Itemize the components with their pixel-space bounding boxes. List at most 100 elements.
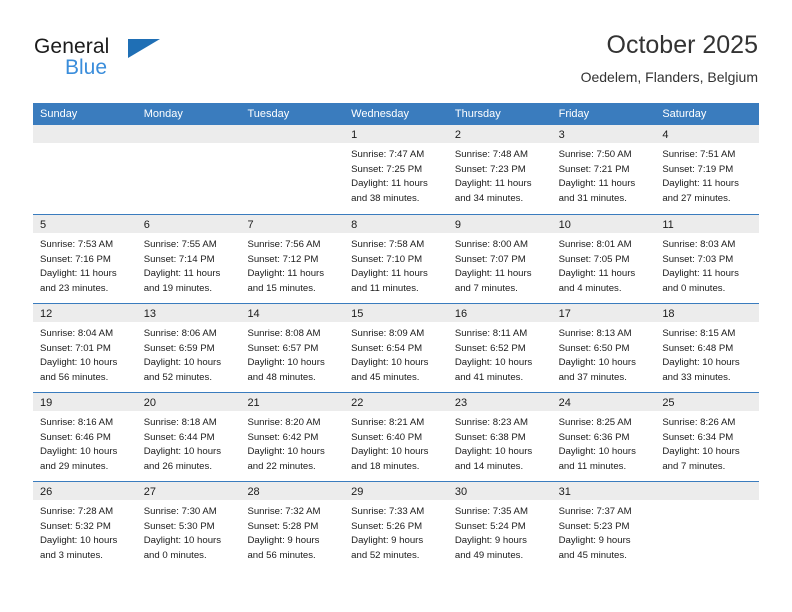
day-detail-line: and 7 minutes.: [454, 282, 518, 294]
calendar-day-cell[interactable]: 9 Sunrise: 8:00 AM Sunset: 7:07 PM Daylight…: [447, 215, 552, 303]
day-detail-line: Sunset: 6:46 PM: [40, 431, 111, 443]
day-number-band: 1: [344, 125, 448, 143]
day-detail-text: Sunrise: 8:26 AM Sunset: 6:34 PM Daylight:…: [655, 411, 759, 474]
day-number: 8: [351, 219, 358, 231]
day-detail-line: Daylight: 11 hours: [558, 268, 636, 280]
calendar-day-cell[interactable]: 2 Sunrise: 7:48 AM Sunset: 7:23 PM Daylight…: [447, 125, 552, 214]
calendar-day-cell[interactable]: 26 Sunrise: 7:28 AM Sunset: 5:32 PM Dayligh…: [33, 482, 137, 570]
day-number-band: 26: [33, 482, 137, 500]
day-detail-text: Sunrise: 8:13 AM Sunset: 6:50 PM Daylight:…: [552, 322, 656, 385]
day-detail-text: Sunrise: 7:55 AM Sunset: 7:14 PM Daylight:…: [137, 233, 241, 296]
day-detail-line: and 52 minutes.: [351, 549, 420, 561]
calendar-week-row: 19 Sunrise: 8:16 AM Sunset: 6:46 PM Dayligh…: [33, 392, 760, 481]
day-detail-line: and 26 minutes.: [143, 460, 212, 472]
calendar-weeks: 1 Sunrise: 7:47 AM Sunset: 7:25 PM Daylight…: [33, 125, 760, 570]
day-detail-line: Daylight: 10 hours: [662, 357, 740, 369]
calendar-day-cell[interactable]: 14 Sunrise: 8:08 AM Sunset: 6:57 PM Dayligh…: [240, 304, 345, 392]
calendar-day-cell[interactable]: 19 Sunrise: 8:16 AM Sunset: 6:46 PM Dayligh…: [33, 393, 137, 481]
day-number: 19: [40, 397, 53, 409]
calendar-day-cell[interactable]: 10 Sunrise: 8:01 AM Sunset: 7:05 PM Dayligh…: [551, 215, 656, 303]
day-number: 2: [454, 129, 461, 141]
calendar-day-cell[interactable]: 8 Sunrise: 7:58 AM Sunset: 7:10 PM Daylight…: [344, 215, 448, 303]
day-detail-line: Sunrise: 7:30 AM: [143, 506, 217, 517]
day-number-band: 14: [240, 304, 345, 322]
calendar-day-cell[interactable]: 24 Sunrise: 8:25 AM Sunset: 6:36 PM Dayligh…: [551, 393, 656, 481]
day-detail-text: Sunrise: 7:33 AM Sunset: 5:26 PM Daylight:…: [344, 500, 448, 563]
day-detail-line: Sunrise: 8:04 AM: [40, 328, 114, 339]
calendar-day-cell[interactable]: 13 Sunrise: 8:06 AM Sunset: 6:59 PM Dayligh…: [136, 304, 241, 392]
calendar-day-cell[interactable]: 3 Sunrise: 7:50 AM Sunset: 7:21 PM Daylight…: [551, 125, 656, 214]
calendar-day-cell[interactable]: 25 Sunrise: 8:26 AM Sunset: 6:34 PM Dayligh…: [655, 393, 760, 481]
day-detail-line: Sunset: 6:57 PM: [247, 342, 319, 354]
day-detail-line: Sunset: 6:42 PM: [247, 431, 319, 443]
day-detail-line: and 45 minutes.: [351, 371, 420, 383]
day-detail-line: Daylight: 11 hours: [247, 268, 325, 280]
weekday-header-monday: Monday: [143, 108, 183, 120]
calendar-day-cell[interactable]: 6 Sunrise: 7:55 AM Sunset: 7:14 PM Daylight…: [136, 215, 241, 303]
day-number: 24: [558, 397, 571, 409]
day-detail-text: Sunrise: 7:58 AM Sunset: 7:10 PM Daylight:…: [344, 233, 448, 296]
calendar-day-cell[interactable]: 21 Sunrise: 8:20 AM Sunset: 6:42 PM Dayligh…: [240, 393, 345, 481]
calendar-day-cell[interactable]: 1 Sunrise: 7:47 AM Sunset: 7:25 PM Daylight…: [344, 125, 448, 214]
day-detail-line: Sunrise: 7:50 AM: [558, 149, 632, 160]
day-detail-line: Daylight: 10 hours: [40, 535, 118, 547]
calendar-week-row: 5 Sunrise: 7:53 AM Sunset: 7:16 PM Daylight…: [33, 214, 760, 303]
day-detail-line: Sunrise: 8:01 AM: [558, 239, 632, 250]
day-number-band: 28: [240, 482, 345, 500]
calendar-day-cell[interactable]: 30 Sunrise: 7:35 AM Sunset: 5:24 PM Dayligh…: [447, 482, 552, 570]
day-detail-line: and 52 minutes.: [143, 371, 212, 383]
calendar-day-cell[interactable]: 5 Sunrise: 7:53 AM Sunset: 7:16 PM Daylight…: [33, 215, 137, 303]
day-number-band: 8: [344, 215, 448, 233]
day-detail-line: Sunrise: 8:00 AM: [454, 239, 528, 250]
day-detail-line: Sunrise: 8:08 AM: [247, 328, 321, 339]
day-detail-line: Daylight: 10 hours: [40, 357, 118, 369]
day-number: 3: [558, 129, 565, 141]
day-detail-line: Daylight: 10 hours: [247, 357, 325, 369]
day-number: 11: [662, 219, 674, 231]
day-detail-line: and 48 minutes.: [247, 371, 316, 383]
calendar-day-cell[interactable]: 20 Sunrise: 8:18 AM Sunset: 6:44 PM Dayligh…: [136, 393, 241, 481]
day-number: 4: [662, 129, 669, 141]
day-detail-line: and 3 minutes.: [40, 549, 103, 561]
calendar-day-cell[interactable]: 18 Sunrise: 8:15 AM Sunset: 6:48 PM Dayligh…: [655, 304, 760, 392]
calendar-day-cell[interactable]: 16 Sunrise: 8:11 AM Sunset: 6:52 PM Dayligh…: [447, 304, 552, 392]
day-detail-line: Sunset: 6:38 PM: [454, 431, 526, 443]
calendar-day-cell[interactable]: 23 Sunrise: 8:23 AM Sunset: 6:38 PM Dayligh…: [447, 393, 552, 481]
calendar-day-cell[interactable]: 12 Sunrise: 8:04 AM Sunset: 7:01 PM Dayligh…: [33, 304, 137, 392]
day-number-band: 6: [136, 215, 241, 233]
calendar-day-cell[interactable]: 28 Sunrise: 7:32 AM Sunset: 5:28 PM Dayligh…: [240, 482, 345, 570]
general-blue-logo[interactable]: General Blue: [34, 35, 214, 91]
day-detail-line: Daylight: 9 hours: [454, 535, 527, 547]
day-detail-line: and 15 minutes.: [247, 282, 316, 294]
day-detail-line: Daylight: 10 hours: [454, 357, 533, 369]
calendar-day-cell[interactable]: 11 Sunrise: 8:03 AM Sunset: 7:03 PM Dayligh…: [655, 215, 760, 303]
day-detail-line: Sunrise: 7:37 AM: [558, 506, 632, 517]
calendar-day-cell[interactable]: 29 Sunrise: 7:33 AM Sunset: 5:26 PM Dayligh…: [344, 482, 448, 570]
calendar-day-cell[interactable]: 31 Sunrise: 7:37 AM Sunset: 5:23 PM Dayligh…: [551, 482, 656, 570]
day-detail-line: and 22 minutes.: [247, 460, 316, 472]
day-number-band: 12: [33, 304, 137, 322]
day-detail-text: Sunrise: 7:47 AM Sunset: 7:25 PM Daylight:…: [344, 143, 448, 206]
calendar-day-cell[interactable]: 17 Sunrise: 8:13 AM Sunset: 6:50 PM Dayligh…: [551, 304, 656, 392]
day-detail-line: Sunrise: 7:56 AM: [247, 239, 321, 250]
day-detail-line: Daylight: 9 hours: [351, 535, 424, 547]
day-detail-line: Daylight: 9 hours: [558, 535, 631, 547]
calendar-day-cell[interactable]: 27 Sunrise: 7:30 AM Sunset: 5:30 PM Dayligh…: [136, 482, 241, 570]
calendar-day-cell[interactable]: 15 Sunrise: 8:09 AM Sunset: 6:54 PM Dayligh…: [344, 304, 448, 392]
day-number-band: 9: [447, 215, 552, 233]
day-number: 30: [454, 486, 468, 498]
day-number-band: 13: [136, 304, 241, 322]
day-number: 5: [40, 219, 47, 231]
day-detail-line: Sunrise: 8:03 AM: [662, 239, 736, 250]
calendar-day-cell[interactable]: 7 Sunrise: 7:56 AM Sunset: 7:12 PM Daylight…: [240, 215, 345, 303]
day-number-band: [33, 125, 137, 143]
day-number-band: 23: [447, 393, 552, 411]
day-detail-line: and 14 minutes.: [454, 460, 524, 472]
calendar-day-cell[interactable]: 22 Sunrise: 8:21 AM Sunset: 6:40 PM Dayligh…: [344, 393, 448, 481]
day-detail-line: Sunset: 6:40 PM: [351, 431, 423, 443]
day-detail-text: Sunrise: 8:20 AM Sunset: 6:42 PM Daylight:…: [240, 411, 344, 474]
day-number-band: 3: [551, 125, 656, 143]
calendar-day-cell-empty: [655, 482, 760, 570]
calendar-day-cell[interactable]: 4 Sunrise: 7:51 AM Sunset: 7:19 PM Daylight…: [655, 125, 760, 214]
day-detail-text: Sunrise: 7:50 AM Sunset: 7:21 PM Daylight:…: [552, 143, 656, 206]
